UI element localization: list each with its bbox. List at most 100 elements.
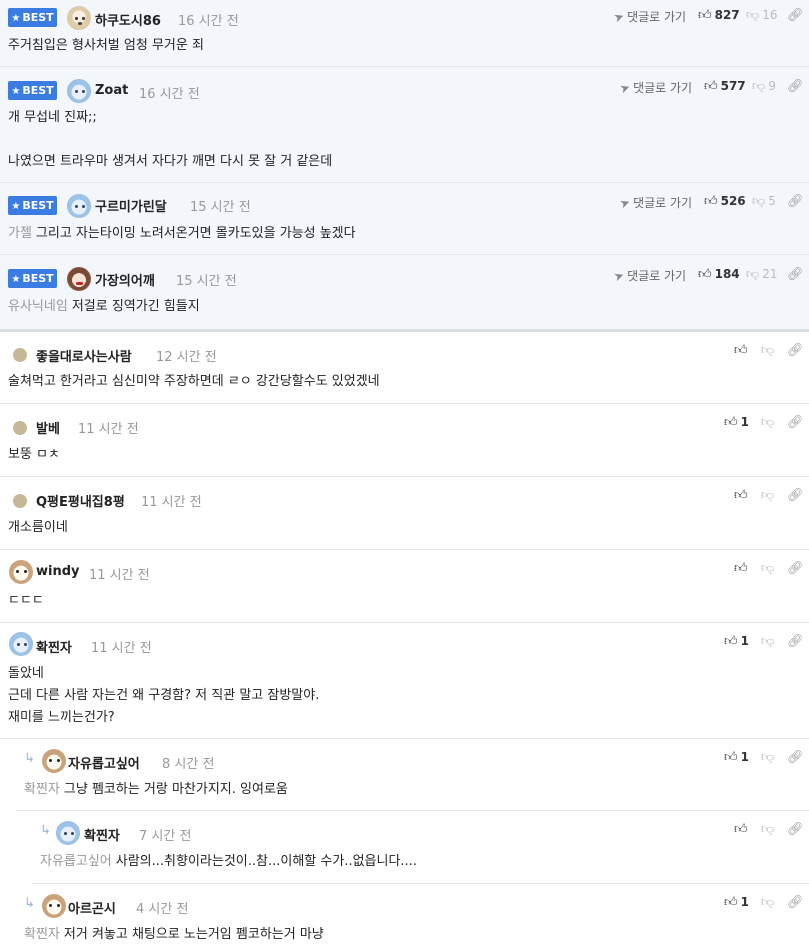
like-button[interactable]: 👍︎ 577 [704,79,746,94]
dislike-button[interactable]: 👎︎ [761,750,777,765]
send-icon: ➤ [611,267,627,285]
dislike-button[interactable]: 👎︎ 16 [746,8,777,23]
link-icon[interactable]: 🔗︎ [787,79,804,94]
comment-time: 15 시간 전 [176,274,237,289]
reply-link[interactable]: ➤댓글로 가기 [617,194,692,212]
comment-time: 11 시간 전 [141,495,202,510]
comment-author[interactable]: 확찐자 [36,637,72,656]
link-icon[interactable]: 🔗︎ [787,895,804,910]
dislike-button[interactable]: 👎︎ [761,634,777,649]
dislike-button[interactable]: 👎︎ [761,895,777,910]
mention[interactable]: 확찐자 [24,927,60,942]
link-icon[interactable]: 🔗︎ [787,561,804,576]
comment-body: 술쳐먹고 한거라고 심신미약 주장하면데 ㄹㅇ 강간당할수도 있었겠네 [8,374,380,389]
link-icon[interactable]: 🔗︎ [787,634,804,649]
thumbs-down-icon: 👎︎ [761,634,775,649]
like-button[interactable]: 👍︎ 1 [724,895,749,910]
send-icon: ➤ [617,194,633,212]
dislike-button[interactable]: 👎︎ [761,488,777,503]
comment-author[interactable]: 구르미가린달 [95,196,167,215]
like-button[interactable]: 👍︎ 827 [698,8,740,23]
like-button[interactable]: 👍︎ 526 [704,194,746,209]
comment-body: 주거침입은 형사처벌 엄청 무거운 죄 [8,38,204,53]
like-button[interactable]: 👍︎ [734,561,751,576]
comment-body: 확찐자 그냥 펨코하는 거랑 마찬가지지. 잉여로움 [24,782,288,797]
comment-author[interactable]: Zoat [95,83,128,98]
cat-icon[interactable] [9,632,33,656]
thumbs-down-icon: 👎︎ [761,895,775,910]
comment-body: ㄷㄷㄷ [8,593,44,608]
dislike-button[interactable]: 👎︎ [761,822,777,837]
dislike-button[interactable]: 👎︎ [761,561,777,576]
comment-author[interactable]: windy [36,564,80,579]
star-icon: ★ [11,201,21,212]
like-button[interactable]: 👍︎ [734,343,751,358]
mention[interactable]: 가젤 [8,226,32,241]
reply-comment: ↳ 자유롭고싶어 8 시간 전 👍︎ 1 👎︎ 🔗︎ 확찐자 그냥 펨코하는 거랑 … [16,739,809,811]
thumbs-up-icon: 👍︎ [724,634,738,649]
mention[interactable]: 유사닉네임 [8,299,68,314]
reply-link[interactable]: ➤댓글로 가기 [618,79,692,97]
cat-icon[interactable] [67,194,91,218]
thumbs-up-icon: 👍︎ [724,895,738,910]
link-icon[interactable]: 🔗︎ [787,343,804,358]
thumbs-down-icon: 👎︎ [761,561,775,576]
lady-icon[interactable] [67,267,91,291]
reply-link[interactable]: ➤댓글로 가기 [611,267,686,285]
link-icon[interactable]: 🔗︎ [787,8,804,23]
dot-icon[interactable] [13,348,27,362]
comment: 발베 11 시간 전 👍︎ 1 👎︎ 🔗︎ 보뚱 ㅁㅊ [0,404,809,477]
comment-author[interactable]: 하쿠도시86 [95,10,161,29]
comment-author[interactable]: 가장의어깨 [95,270,155,289]
dislike-button[interactable]: 👎︎ [761,415,777,430]
dislike-button[interactable]: 👎︎ [761,343,777,358]
like-button[interactable]: 👍︎ 184 [698,267,740,282]
dot-icon[interactable] [13,421,27,435]
cat-icon[interactable] [67,79,91,103]
like-button[interactable]: 👍︎ 1 [724,750,749,765]
dislike-button[interactable]: 👎︎ 21 [746,267,777,282]
dislike-button[interactable]: 👎︎ 5 [752,194,776,209]
like-button[interactable]: 👍︎ 1 [724,634,749,649]
comment-body: 가젤 그리고 자는타이밍 노려서온거면 몰카도있을 가능성 높겠다 [8,226,356,241]
dislike-button[interactable]: 👎︎ 9 [752,79,776,94]
reply-link[interactable]: ➤댓글로 가기 [612,8,686,26]
star-icon: ★ [11,274,21,285]
pup-icon[interactable] [42,894,66,918]
comment-author[interactable]: 발베 [36,418,60,437]
comment-author[interactable]: 자유롭고싶어 [68,753,140,772]
link-icon[interactable]: 🔗︎ [787,267,804,282]
comment-author[interactable]: 확찐자 [84,825,120,844]
mention[interactable]: 확찐자 [24,782,60,797]
star-icon: ★ [11,13,21,24]
link-icon[interactable]: 🔗︎ [787,822,804,837]
dog-icon[interactable] [67,6,91,30]
thumbs-up-icon: 👍︎ [704,194,718,209]
comment-time: 15 시간 전 [190,200,251,215]
comment-time: 16 시간 전 [178,14,239,29]
link-icon[interactable]: 🔗︎ [787,488,804,503]
thumbs-up-icon: 👍︎ [734,488,748,503]
comment-time: 11 시간 전 [89,568,150,583]
comment-author[interactable]: 아르곤시 [68,898,116,917]
link-icon[interactable]: 🔗︎ [787,415,804,430]
like-button[interactable]: 👍︎ [734,822,751,837]
pup-icon[interactable] [42,749,66,773]
thumbs-down-icon: 👎︎ [761,750,775,765]
pup-icon[interactable] [9,560,33,584]
dot-icon[interactable] [13,494,27,508]
link-icon[interactable]: 🔗︎ [787,750,804,765]
link-icon[interactable]: 🔗︎ [787,194,804,209]
thumbs-up-icon: 👍︎ [734,561,748,576]
comment-time: 11 시간 전 [78,422,139,437]
thumbs-up-icon: 👍︎ [698,267,712,282]
cat-icon[interactable] [56,821,80,845]
comment-author[interactable]: 좋을대로사는사람 [36,346,132,365]
like-button[interactable]: 👍︎ 1 [724,415,749,430]
comment-time: 16 시간 전 [139,87,200,102]
mention[interactable]: 자유롭고싶어 [40,854,112,869]
thumbs-down-icon: 👎︎ [746,267,760,282]
thumbs-up-icon: 👍︎ [734,822,748,837]
like-button[interactable]: 👍︎ [734,488,751,503]
comment-author[interactable]: Q평E평내집8평 [36,491,125,510]
